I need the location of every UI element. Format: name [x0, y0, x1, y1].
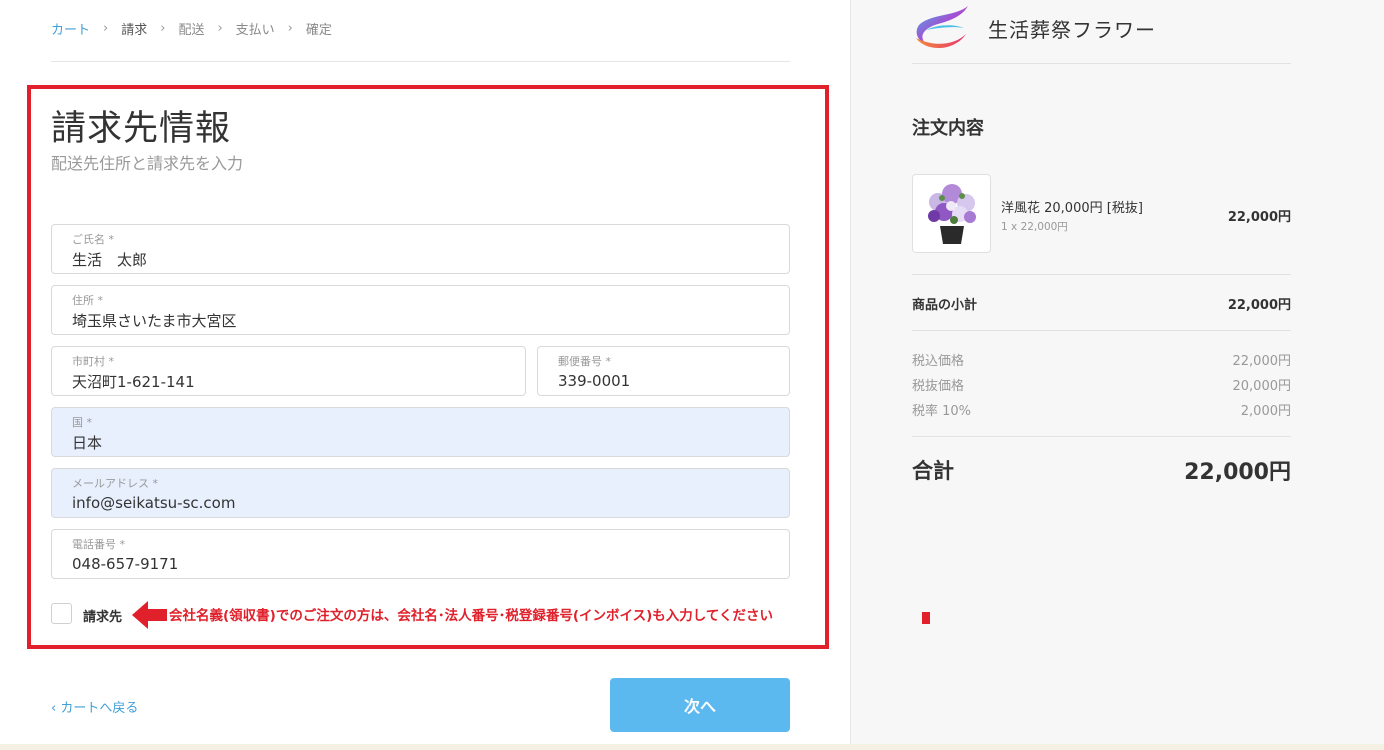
- breadcrumb-shipping: 配送: [178, 23, 205, 38]
- brand-logo-icon: [916, 6, 968, 49]
- subtotal-value: 22,000円: [1227, 298, 1291, 313]
- postal-field-label: 郵便番号 *: [558, 355, 611, 368]
- address-field-label: 住所 *: [72, 294, 103, 307]
- billing-checkbox-label[interactable]: 請求先: [83, 606, 122, 625]
- name-input[interactable]: [72, 250, 736, 268]
- country-field[interactable]: 国 *: [51, 407, 790, 457]
- breadcrumb-cart[interactable]: カート: [51, 19, 90, 38]
- country-input[interactable]: [72, 433, 736, 451]
- city-field[interactable]: 市町村 *: [51, 346, 526, 396]
- phone-field-label: 電話番号 *: [72, 538, 125, 551]
- city-input[interactable]: [72, 372, 498, 390]
- brand-name: 生活葬祭フラワー: [988, 18, 1156, 42]
- breadcrumb: カート › 請求 › 配送 › 支払い › 確定: [51, 19, 332, 38]
- back-to-cart-link[interactable]: ‹ カートへ戻る: [51, 697, 138, 716]
- product-price: 22,000円: [1227, 210, 1291, 225]
- phone-field[interactable]: 電話番号 *: [51, 529, 790, 579]
- breadcrumb-separator: ›: [103, 21, 109, 36]
- page-subtitle: 配送先住所と請求先を入力: [51, 154, 244, 173]
- total-label: 合計: [912, 459, 954, 483]
- bottom-strip: [0, 744, 1384, 750]
- subtotal-label: 商品の小計: [912, 298, 978, 313]
- postal-field[interactable]: 郵便番号 *: [537, 346, 790, 396]
- product-thumbnail: [912, 174, 991, 253]
- phone-input[interactable]: [72, 555, 736, 573]
- tax-rate-value: 2,000円: [1240, 404, 1291, 419]
- breadcrumb-separator: ›: [160, 21, 166, 36]
- product-qty-line: 1 x 22,000円: [1001, 221, 1068, 233]
- country-field-label: 国 *: [72, 416, 92, 429]
- order-summary-title: 注文内容: [912, 118, 984, 139]
- total-value: 22,000円: [1184, 460, 1291, 485]
- flower-arrangement-image: [916, 178, 987, 249]
- arrow-left-icon: [132, 601, 167, 629]
- breadcrumb-confirm: 確定: [305, 23, 332, 38]
- company-invoice-note: 会社名義(領収書)でのご注文の方は、会社名･法人番号･税登録番号(インボイス)も…: [169, 608, 773, 624]
- email-field-label: メールアドレス *: [72, 477, 158, 490]
- product-name: 洋風花 20,000円 [税抜]: [1001, 201, 1143, 216]
- tax-excluded-label: 税抜価格: [912, 379, 965, 394]
- breadcrumb-separator: ›: [287, 21, 293, 36]
- tax-included-value: 22,000円: [1232, 354, 1292, 369]
- divider: [912, 330, 1291, 331]
- red-marker: [922, 612, 930, 624]
- divider: [912, 63, 1291, 64]
- email-input[interactable]: [72, 494, 736, 512]
- breadcrumb-billing: 請求: [121, 23, 148, 38]
- name-field[interactable]: ご氏名 *: [51, 224, 790, 274]
- breadcrumb-payment: 支払い: [235, 23, 275, 38]
- tax-excluded-value: 20,000円: [1232, 379, 1292, 394]
- address-input[interactable]: [72, 311, 736, 329]
- postal-input[interactable]: [558, 372, 784, 390]
- email-field[interactable]: メールアドレス *: [51, 468, 790, 518]
- divider: [912, 436, 1291, 437]
- divider: [51, 61, 790, 62]
- page-title: 請求先情報: [51, 109, 232, 149]
- next-button[interactable]: 次へ: [610, 678, 790, 732]
- billing-checkbox[interactable]: [51, 603, 72, 624]
- tax-included-label: 税込価格: [912, 354, 965, 369]
- tax-rate-label: 税率 10%: [912, 404, 972, 419]
- breadcrumb-separator: ›: [217, 21, 223, 36]
- name-field-label: ご氏名 *: [72, 233, 114, 246]
- city-field-label: 市町村 *: [72, 355, 114, 368]
- divider: [912, 274, 1291, 275]
- address-field[interactable]: 住所 *: [51, 285, 790, 335]
